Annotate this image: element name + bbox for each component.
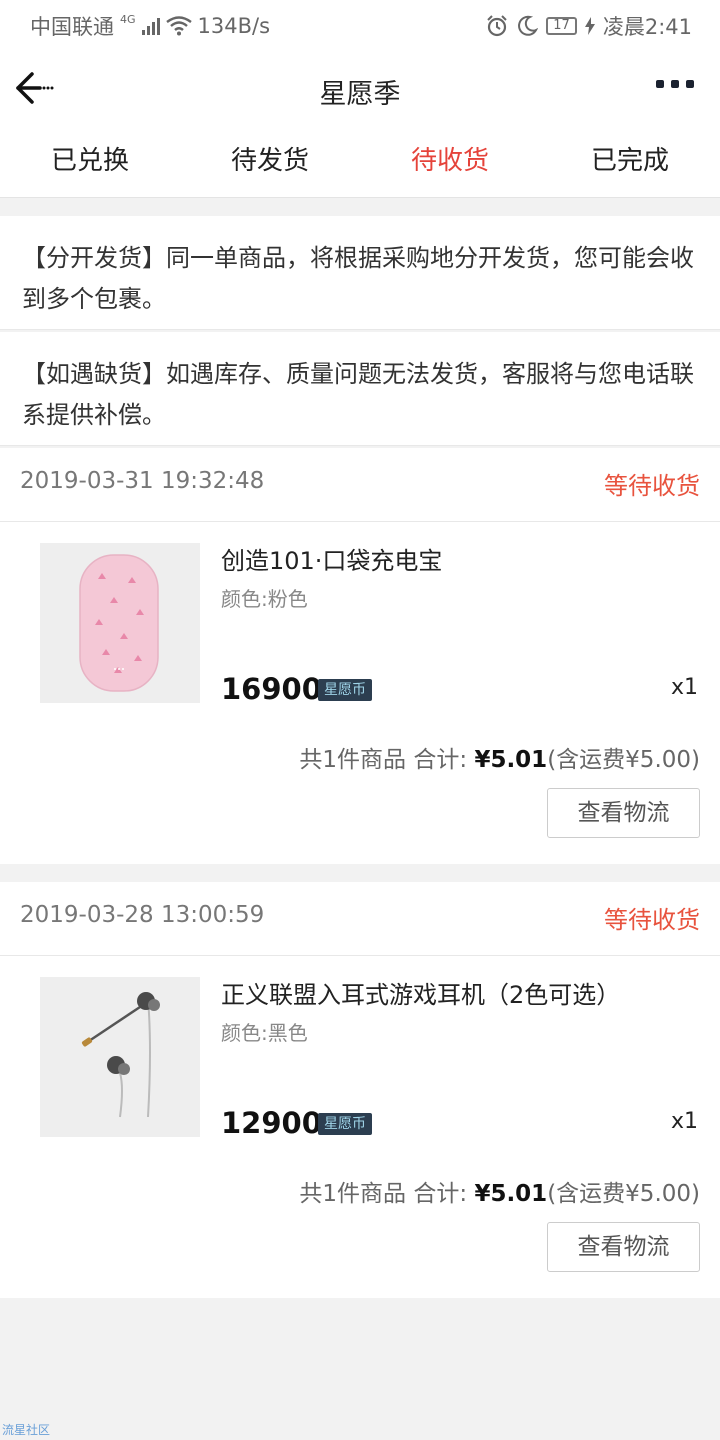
product-name[interactable]: 创造101·口袋充电宝: [221, 541, 442, 576]
order-status: 等待收货: [604, 472, 700, 500]
order-summary: 共1件商品 合计: ¥5.01(含运费¥5.00): [299, 740, 700, 774]
network-label: 4G: [120, 12, 136, 26]
summary-prefix: 共1件商品 合计:: [299, 1181, 475, 1207]
product-image-headphones[interactable]: [40, 977, 200, 1137]
more-dots-icon[interactable]: [656, 80, 694, 88]
order-time: 2019-03-31 19:32:48: [20, 468, 265, 494]
summary-amount: ¥5.01: [474, 747, 548, 773]
carrier-label: 中国联通: [30, 15, 114, 39]
battery-indicator: 17: [546, 17, 577, 35]
clock: 凌晨2:41: [602, 15, 692, 39]
summary-amount: ¥5.01: [474, 1181, 548, 1207]
tab-pending-shipment[interactable]: 待发货: [180, 128, 360, 197]
status-bar: 中国联通 4G 134B/s 17 凌晨2:41: [0, 0, 720, 50]
network-speed: 134B/s: [197, 14, 271, 38]
tab-completed[interactable]: 已完成: [540, 128, 720, 197]
moon-icon: [518, 15, 539, 36]
summary-shipping: (含运费¥5.00): [547, 1181, 700, 1207]
status-right: 17 凌晨2:41: [486, 11, 692, 41]
product-spec: 颜色:粉色: [221, 587, 308, 611]
view-logistics-button[interactable]: 查看物流: [547, 788, 700, 838]
summary-shipping: (含运费¥5.00): [547, 747, 700, 773]
product-quantity: x1: [670, 1109, 698, 1134]
order-status: 等待收货: [604, 906, 700, 934]
order-card: 2019-03-28 13:00:59 等待收货 正义联盟入耳式游戏耳机（2色可…: [0, 882, 720, 1298]
product-quantity: x1: [670, 675, 698, 700]
order-card: 2019-03-31 19:32:48 等待收货 创造101·口袋充电宝 颜色:…: [0, 448, 720, 864]
status-left: 中国联通 4G 134B/s: [30, 11, 270, 41]
order-tabs: 已兑换 待发货 待收货 已完成: [0, 128, 720, 198]
product-spec: 颜色:黑色: [221, 1021, 308, 1045]
wifi-icon: [165, 16, 192, 36]
nav-bar: 星愿季: [0, 50, 720, 128]
watermark: 流星社区: [2, 1423, 51, 1437]
notice-split-shipping: 【分开发货】同一单商品，将根据采购地分开发货，您可能会收到多个包裹。: [0, 216, 720, 330]
signal-icon: [141, 17, 160, 35]
page-title: 星愿季: [319, 79, 401, 110]
product-price: 12900: [221, 1106, 322, 1140]
tab-pending-receipt[interactable]: 待收货: [360, 128, 540, 197]
order-header: 2019-03-28 13:00:59 等待收货: [0, 882, 720, 956]
summary-prefix: 共1件商品 合计:: [299, 747, 475, 773]
coin-badge: 星愿币: [318, 679, 372, 701]
order-header: 2019-03-31 19:32:48 等待收货: [0, 448, 720, 522]
view-logistics-button[interactable]: 查看物流: [547, 1222, 700, 1272]
order-time: 2019-03-28 13:00:59: [20, 902, 265, 928]
order-summary: 共1件商品 合计: ¥5.01(含运费¥5.00): [299, 1174, 700, 1208]
coin-badge: 星愿币: [318, 1113, 372, 1135]
notice-out-of-stock: 【如遇缺货】如遇库存、质量问题无法发货，客服将与您电话联系提供补偿。: [0, 332, 720, 446]
charging-bolt-icon: [584, 17, 595, 35]
product-image-power-bank[interactable]: [40, 543, 200, 703]
product-name[interactable]: 正义联盟入耳式游戏耳机（2色可选）: [221, 975, 620, 1010]
alarm-icon: [487, 15, 507, 37]
product-price: 16900: [221, 672, 322, 706]
tab-redeemed[interactable]: 已兑换: [0, 128, 180, 197]
